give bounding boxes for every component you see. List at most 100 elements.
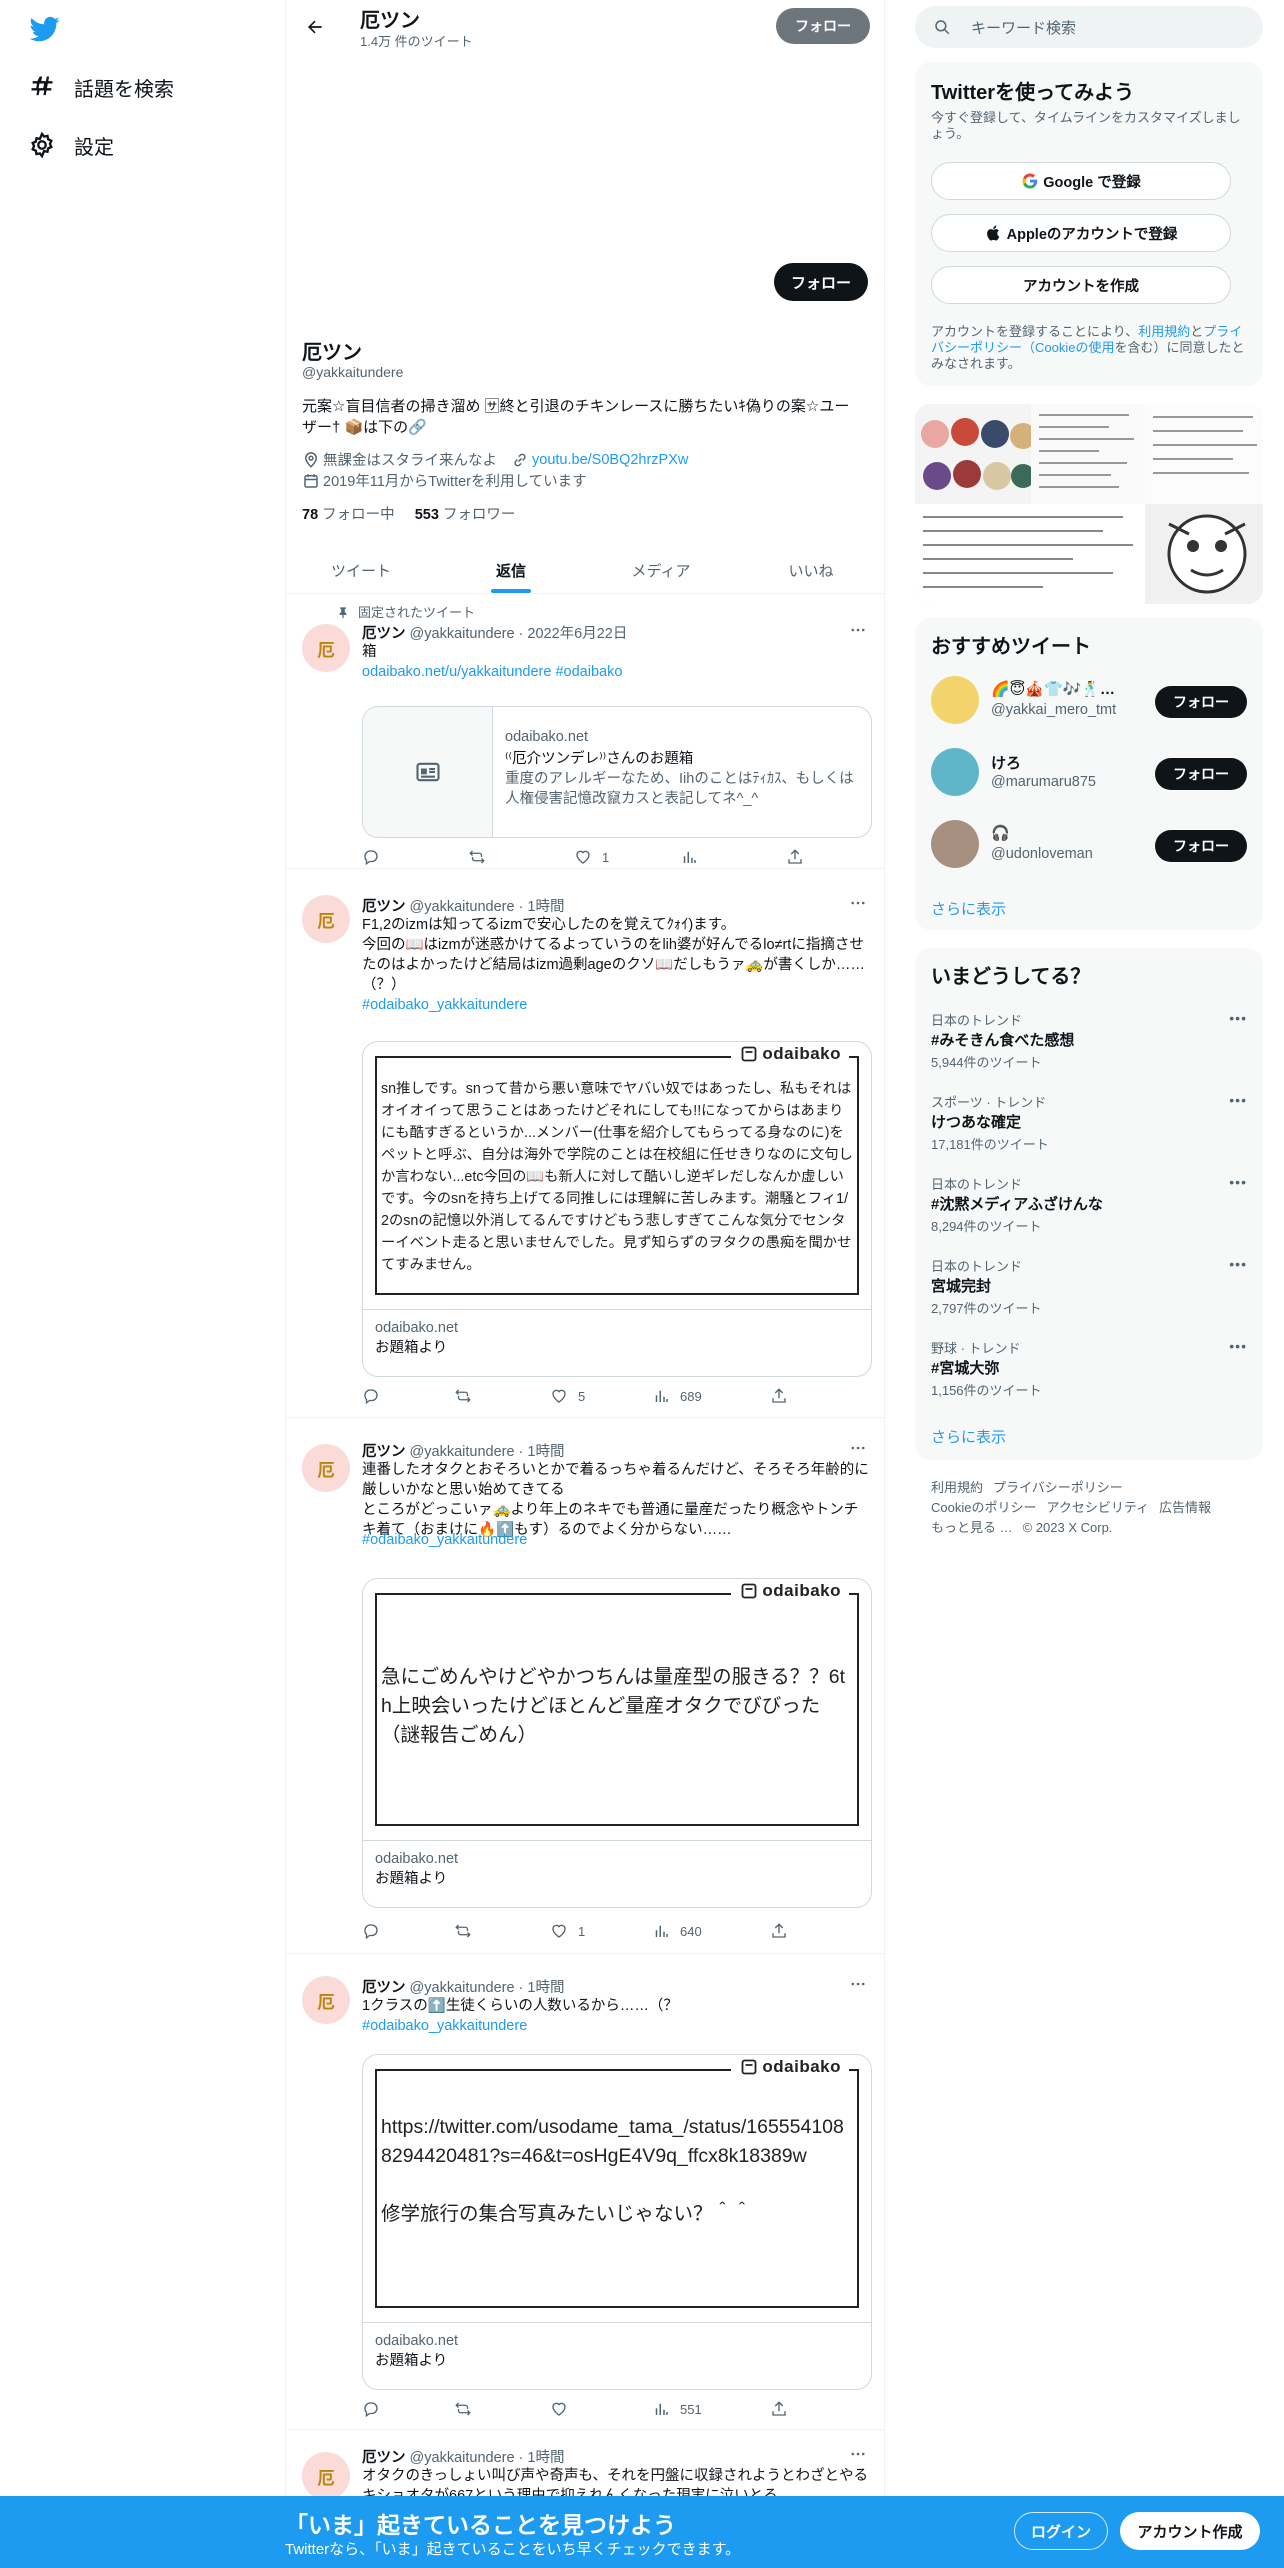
footer-terms[interactable]: 利用規約	[931, 1480, 983, 1495]
like-button[interactable]: 5	[550, 1387, 585, 1405]
views-button[interactable]: 689	[652, 1387, 702, 1405]
avatar[interactable]	[931, 676, 979, 724]
login-button[interactable]: ログイン	[1014, 2512, 1108, 2550]
views-button[interactable]: 551	[652, 2400, 702, 2418]
more-options-icon[interactable]	[846, 891, 870, 915]
recommended-user[interactable]: 🎧 @udonloveman フォロー	[931, 816, 1247, 872]
following-link[interactable]: 78 フォロー中	[302, 507, 395, 523]
tweet-handle-time[interactable]: @yakkaitundere · 1時間	[410, 1444, 565, 1460]
share-button[interactable]	[786, 848, 814, 866]
footer-accessibility[interactable]: アクセシビリティ	[1046, 1500, 1149, 1515]
tweet-hashtag[interactable]: #odaibako_yakkaitundere	[362, 2016, 872, 2036]
tweet-author-name[interactable]: 厄ツン	[362, 1444, 406, 1460]
more-options-icon[interactable]	[846, 618, 870, 642]
tweet-hashtag[interactable]: #odaibako_yakkaitundere	[362, 1530, 872, 1550]
profile-link[interactable]: youtu.be/S0BQ2hrzPXw	[532, 452, 688, 468]
media-preview-grid[interactable]	[915, 404, 1263, 604]
header-follow-button[interactable]: フォロー	[776, 8, 870, 44]
back-arrow-icon[interactable]	[300, 12, 330, 42]
more-options-icon[interactable]: •••	[1229, 1174, 1247, 1190]
footer-privacy[interactable]: プライバシーポリシー	[993, 1480, 1123, 1495]
tweet-handle-time[interactable]: @yakkaitundere · 1時間	[410, 1980, 565, 1996]
tweet-author-name[interactable]: 厄ツン	[362, 1980, 406, 1996]
follow-button[interactable]: フォロー	[1155, 830, 1247, 862]
reply-button[interactable]	[362, 848, 390, 866]
follow-button[interactable]: フォロー	[1155, 686, 1247, 718]
odaibako-card[interactable]: odaibako https://twitter.com/usodame_tam…	[362, 2054, 872, 2390]
search-box[interactable]: キーワード検索	[915, 6, 1263, 48]
trend-item[interactable]: 日本のトレンド #沈黙メディアふざけんな 8,294件のツイート •••	[931, 1174, 1247, 1250]
avatar[interactable]	[931, 748, 979, 796]
reply-button[interactable]	[362, 1387, 390, 1405]
avatar[interactable]	[931, 820, 979, 868]
show-more-link[interactable]: さらに表示	[931, 898, 1006, 919]
link-card[interactable]: odaibako.net ⁽⁽厄介ツンデレ⁾⁾さんのお題箱 重度のアレルギーなた…	[362, 706, 872, 838]
tweet[interactable]: 厄 厄ツン @yakkaitundere · 1時間 1クラスの⬆️生徒くらいの…	[286, 1954, 884, 2430]
tweet-pinned[interactable]: 固定されたツイート 厄 厄ツン @yakkaitundere · 2022年6月…	[286, 594, 884, 869]
odaibako-card[interactable]: odaibako 急にごめんやけどやかつちんは量産型の服きる？？6th上映会いっ…	[362, 1578, 872, 1908]
nav-settings[interactable]: 設定	[28, 123, 114, 167]
more-options-icon[interactable]	[846, 1972, 870, 1996]
avatar[interactable]: 厄	[302, 2452, 350, 2500]
share-button[interactable]	[770, 1387, 798, 1405]
signup-button[interactable]: アカウント作成	[1120, 2512, 1260, 2550]
tweet[interactable]: 厄 厄ツン @yakkaitundere · 1時間 F1,2のizmは知ってる…	[286, 869, 884, 1418]
google-signup-button[interactable]: Google で登録	[931, 162, 1231, 200]
more-options-icon[interactable]	[846, 2442, 870, 2466]
tweet-handle-time[interactable]: @yakkaitundere · 1時間	[410, 2450, 565, 2466]
tweet-author-name[interactable]: 厄ツン	[362, 2450, 406, 2466]
more-options-icon[interactable]: •••	[1229, 1010, 1247, 1026]
recommended-user[interactable]: 🌈😇🎪👕🎶🕺… @yakkai_mero_tmt フォロー	[931, 672, 1247, 728]
recommended-user[interactable]: けろ @marumaru875 フォロー	[931, 744, 1247, 800]
tweet-link[interactable]: odaibako.net/u/yakkaitundere #odaibako	[362, 662, 872, 682]
tab-replies[interactable]: 返信	[436, 548, 586, 593]
trend-item[interactable]: 日本のトレンド #みそきん食べた感想 5,944件のツイート •••	[931, 1010, 1247, 1086]
tab-media[interactable]: メディア	[586, 548, 736, 593]
tweet-handle-time[interactable]: @yakkaitundere · 1時間	[410, 899, 565, 915]
odaibako-card[interactable]: odaibako sn推しです。snって昔から悪い意味でヤバい奴ではあったし、私…	[362, 1041, 872, 1377]
footer-ads[interactable]: 広告情報	[1159, 1500, 1211, 1515]
retweet-button[interactable]	[468, 848, 496, 866]
trend-item[interactable]: スポーツ · トレンド けつあな確定 17,181件のツイート •••	[931, 1092, 1247, 1168]
avatar[interactable]: 厄	[302, 1444, 350, 1492]
tab-likes[interactable]: いいね	[736, 548, 884, 593]
more-options-icon[interactable]: •••	[1229, 1256, 1247, 1272]
avatar[interactable]: 厄	[302, 1976, 350, 2024]
followers-link[interactable]: 553 フォロワー	[415, 507, 516, 523]
more-options-icon[interactable]	[846, 1436, 870, 1460]
trends-show-more-link[interactable]: さらに表示	[931, 1426, 1006, 1447]
nav-explore[interactable]: 話題を検索	[28, 65, 174, 109]
tab-tweets[interactable]: ツイート	[286, 548, 436, 593]
tweet-link-anchor[interactable]: odaibako.net/u/yakkaitundere #odaibako	[362, 664, 622, 680]
like-button[interactable]: 1	[574, 848, 609, 866]
reply-button[interactable]	[362, 1922, 390, 1940]
tweet-author-name[interactable]: 厄ツン	[362, 899, 406, 915]
views-button[interactable]: 640	[652, 1922, 702, 1940]
avatar[interactable]: 厄	[302, 895, 350, 943]
tweet-hashtag[interactable]: #odaibako_yakkaitundere	[362, 995, 872, 1015]
hashtag-link[interactable]: #odaibako_yakkaitundere	[362, 1532, 527, 1548]
more-options-icon[interactable]: •••	[1229, 1092, 1247, 1108]
footer-cookies[interactable]: Cookieのポリシー	[931, 1500, 1036, 1515]
create-account-button[interactable]: アカウントを作成	[931, 266, 1231, 304]
apple-signup-button[interactable]: Appleのアカウントで登録	[931, 214, 1231, 252]
like-button[interactable]: 1	[550, 1922, 585, 1940]
trend-item[interactable]: 野球 · トレンド #宮城大弥 1,156件のツイート •••	[931, 1338, 1247, 1414]
avatar[interactable]: 厄	[302, 624, 350, 672]
footer-more[interactable]: もっと見る …	[931, 1520, 1013, 1535]
share-button[interactable]	[770, 1922, 798, 1940]
trend-item[interactable]: 日本のトレンド 宮城完封 2,797件のツイート •••	[931, 1256, 1247, 1332]
tweet-author-name[interactable]: 厄ツン	[362, 626, 406, 642]
share-button[interactable]	[770, 2400, 798, 2418]
profile-follow-button[interactable]: フォロー	[774, 263, 868, 301]
follow-button[interactable]: フォロー	[1155, 758, 1247, 790]
reply-button[interactable]	[362, 2400, 390, 2418]
views-button[interactable]	[680, 848, 708, 866]
tweet-handle-time[interactable]: @yakkaitundere · 2022年6月22日	[410, 626, 628, 642]
retweet-button[interactable]	[454, 2400, 482, 2418]
retweet-button[interactable]	[454, 1387, 482, 1405]
terms-link[interactable]: 利用規約	[1138, 324, 1190, 339]
like-button[interactable]	[550, 2400, 578, 2418]
tweet[interactable]: 厄 厄ツン @yakkaitundere · 1時間 連番したオタクとおそろいと…	[286, 1418, 884, 1954]
retweet-button[interactable]	[454, 1922, 482, 1940]
